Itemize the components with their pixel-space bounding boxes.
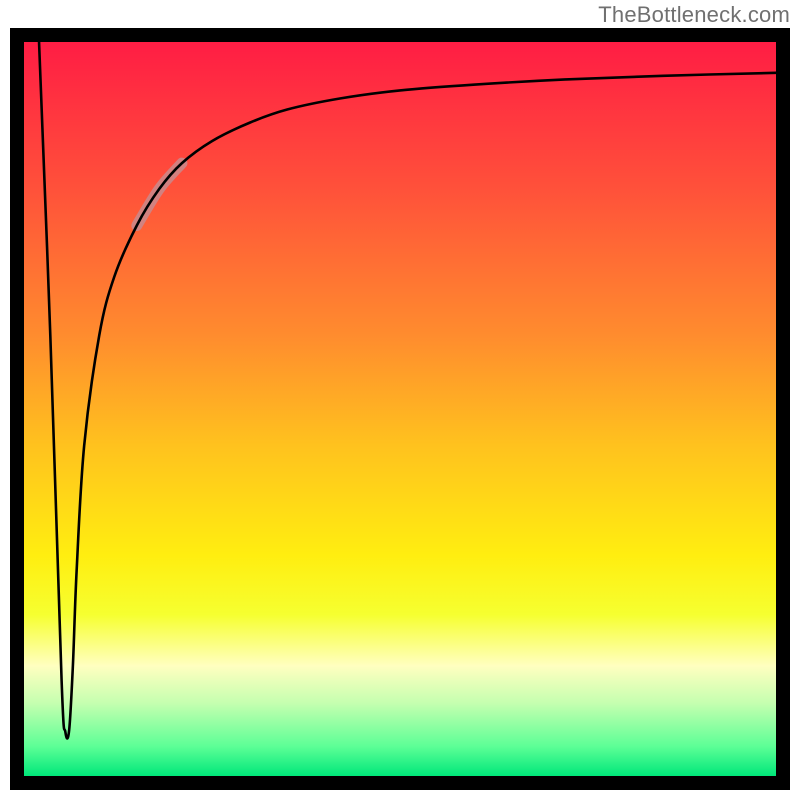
chart-svg [10,28,790,790]
attribution-text: TheBottleneck.com [598,2,790,28]
gradient-background [24,42,776,776]
chart-stage: TheBottleneck.com [0,0,800,800]
plot-area [10,28,790,790]
